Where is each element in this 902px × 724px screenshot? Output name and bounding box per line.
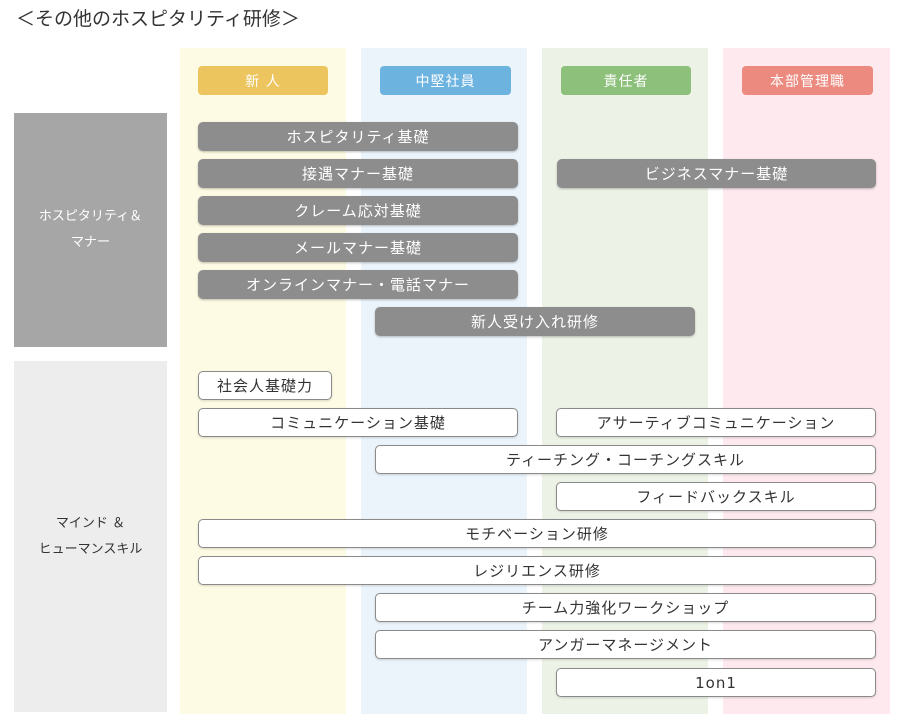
training-working-basics: 社会人基礎力 [198, 371, 332, 400]
row-label-line: ヒューマンスキル [38, 541, 143, 557]
training-email-manners: メールマナー基礎 [198, 233, 518, 262]
training-teaching-coaching: ティーチング・コーチングスキル [375, 445, 876, 474]
column-header-manager: 責任者 [561, 66, 691, 95]
column-header-executive: 本部管理職 [742, 66, 873, 95]
row-label-line: マインド ＆ [55, 515, 126, 531]
column-header-midlevel: 中堅社員 [380, 66, 511, 95]
training-business-manners: ビジネスマナー基礎 [557, 159, 876, 188]
training-motivation: モチベーション研修 [198, 519, 876, 548]
training-resilience: レジリエンス研修 [198, 556, 876, 585]
training-complaint-handling: クレーム応対基礎 [198, 196, 518, 225]
training-hospitality-basics: ホスピタリティ基礎 [198, 122, 518, 151]
row-label-line: ホスピタリティ＆ [38, 209, 143, 224]
column-header-newcomer: 新 人 [198, 66, 328, 95]
training-reception-manners: 接遇マナー基礎 [198, 159, 518, 188]
training-team-workshop: チーム力強化ワークショップ [375, 593, 876, 622]
row-label-hospitality-manners: ホスピタリティ＆ マナー [14, 113, 167, 347]
page-title: ＜その他のホスピタリティ研修＞ [16, 8, 300, 30]
training-anger-management: アンガーマネージメント [375, 630, 876, 659]
row-label-line: マナー [70, 235, 110, 250]
training-feedback-skills: フィードバックスキル [556, 482, 876, 511]
training-online-phone-manners: オンラインマナー・電話マナー [198, 270, 518, 299]
training-one-on-one: 1on1 [556, 668, 876, 697]
training-newcomer-onboarding: 新人受け入れ研修 [375, 307, 695, 336]
training-assertive-communication: アサーティブコミュニケーション [556, 408, 876, 437]
training-communication-basics: コミュニケーション基礎 [198, 408, 518, 437]
row-label-mind-human-skills: マインド ＆ ヒューマンスキル [14, 361, 167, 712]
